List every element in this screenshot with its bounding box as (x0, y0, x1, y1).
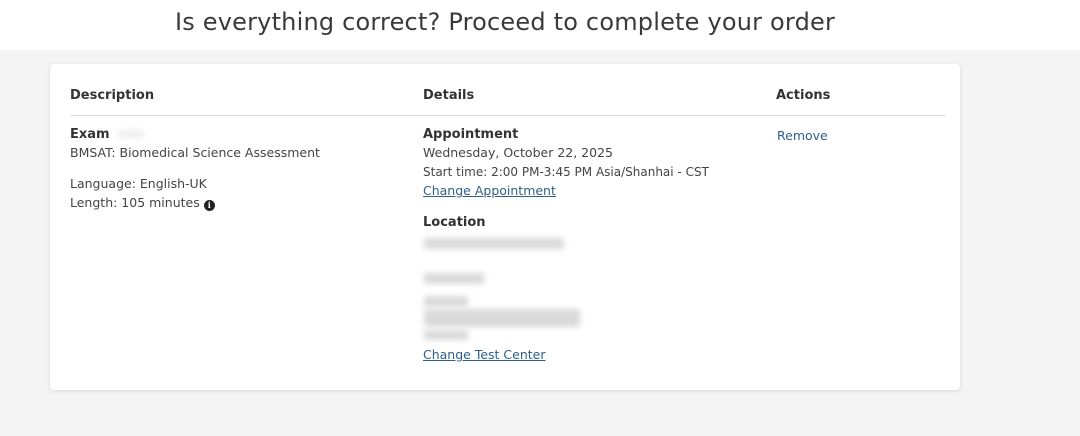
header-description: Description (70, 88, 155, 103)
table-header-row: Description Details Actions (70, 64, 946, 116)
header-details: Details (423, 88, 475, 103)
exam-language: Language: English-UK (70, 176, 207, 191)
exam-length-text: Length: 105 minutes (70, 195, 200, 210)
redacted-exam-code (118, 130, 144, 138)
page-title: Is everything correct? Proceed to comple… (174, 8, 836, 36)
change-appointment-link[interactable]: Change Appointment (423, 182, 556, 200)
change-test-center-link[interactable]: Change Test Center (423, 346, 546, 364)
appointment-start-time: Start time: 2:00 PM-3:45 PM Asia/Shanhai… (423, 165, 709, 179)
info-icon[interactable]: i (203, 200, 215, 211)
location-line (424, 309, 580, 327)
appointment-date: Wednesday, October 22, 2025 (423, 145, 613, 160)
order-summary-card: Description Details Actions Exam BMSAT: … (50, 64, 960, 390)
location-line (424, 273, 484, 284)
exam-length: Length: 105 minutes i (70, 194, 215, 212)
location-line (424, 296, 468, 307)
appointment-label: Appointment (423, 127, 519, 142)
page-header: Is everything correct? Proceed to comple… (0, 0, 1080, 50)
location-line (424, 238, 564, 249)
remove-link[interactable]: Remove (777, 127, 828, 145)
location-label: Location (423, 215, 486, 230)
exam-name: BMSAT: Biomedical Science Assessment (70, 145, 320, 160)
header-actions: Actions (776, 88, 831, 103)
exam-label: Exam (70, 127, 110, 142)
location-line (424, 330, 468, 340)
